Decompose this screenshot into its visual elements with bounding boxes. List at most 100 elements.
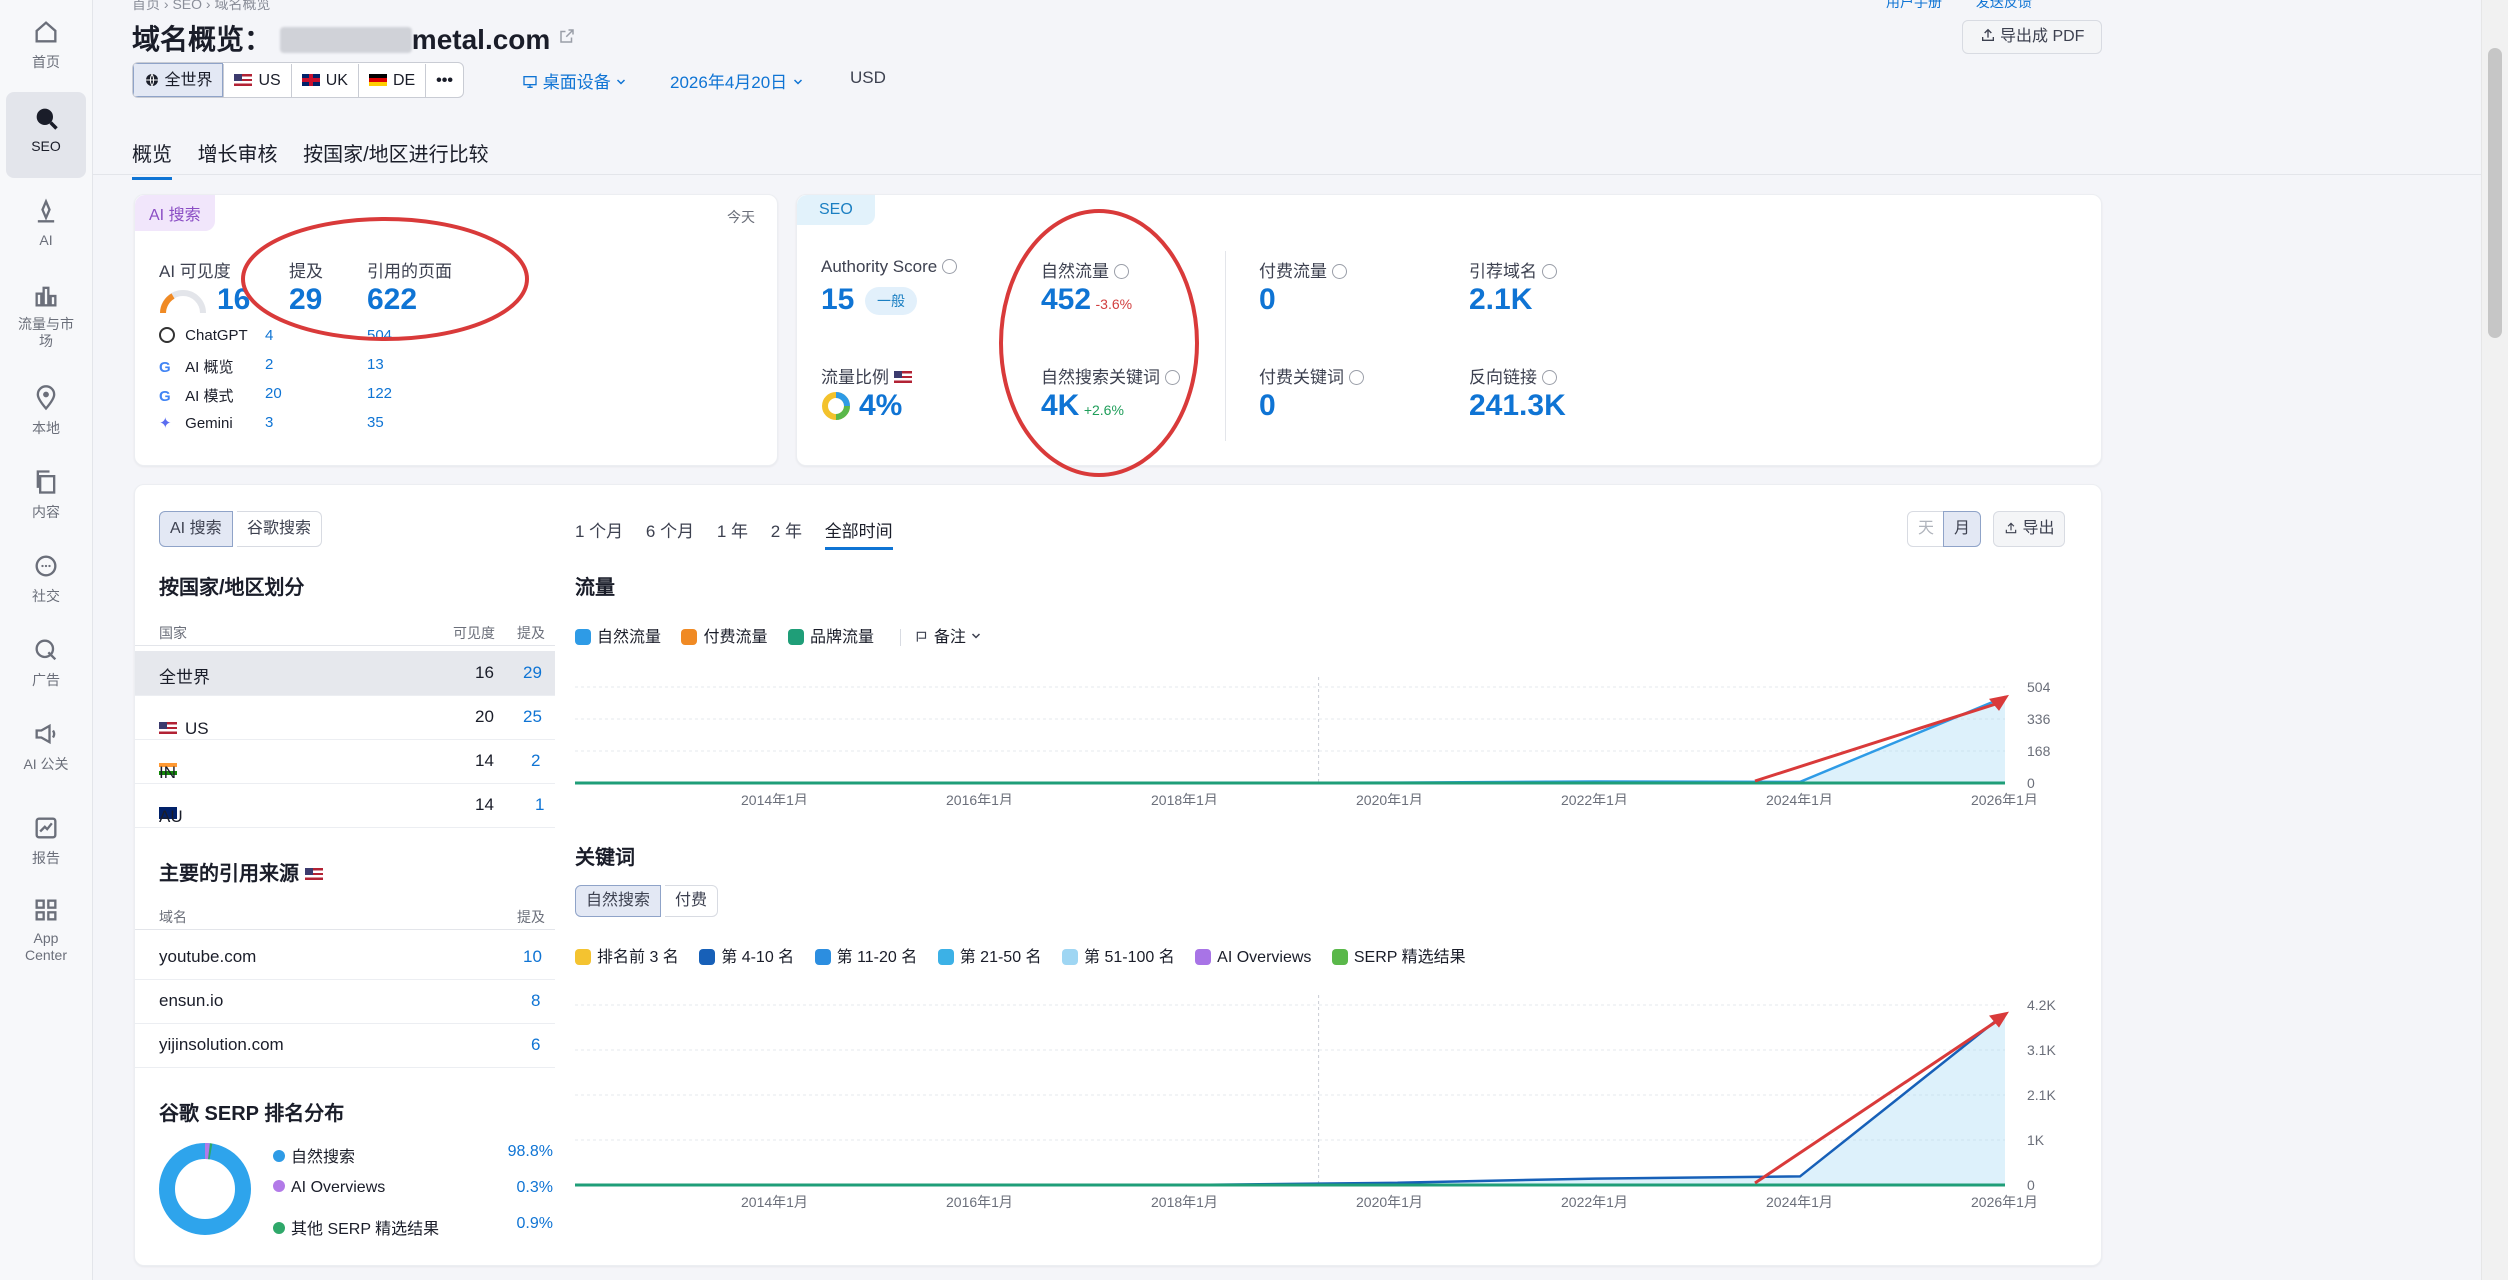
desktop-icon [523,76,537,88]
legend-ai-overviews[interactable]: AI Overviews [1195,949,1311,966]
sidebar-item-home[interactable]: 首页 [6,18,86,72]
breadcrumb-item[interactable]: 首页 [132,0,160,12]
table-row[interactable]: AU 14 1 [135,783,555,828]
us-flag-icon [893,371,912,383]
chevron-down-icon [972,633,981,639]
granularity-month-button[interactable]: 月 [1943,511,1981,547]
period-2-years[interactable]: 2 年 [771,522,802,541]
region-uk-button[interactable]: UK [290,64,358,97]
gemini-icon: ✦ [159,415,172,432]
region-de-button[interactable]: DE [357,64,425,97]
sidebar-item-app-center[interactable]: App Center [6,896,86,964]
serp-legend: 自然搜索 98.8% AI Overviews 0.3% 其他 SERP 精选结果 0… [273,1143,553,1251]
table-row[interactable]: 全世界 16 29 [135,651,555,696]
referring-domains-value[interactable]: 2.1K [1469,283,1532,317]
x-tick-label: 2018年1月 [1151,792,1218,805]
legend-serp-features[interactable]: SERP 精选结果 [1331,949,1466,966]
table-row[interactable]: youtube.com 10 [135,935,555,980]
legend-top3[interactable]: 排名前 3 名 [575,949,679,966]
chevron-down-icon [617,79,626,85]
info-icon[interactable] [1541,370,1557,385]
user-manual-link[interactable]: 用户手册 [1886,0,1942,10]
table-row[interactable]: US 20 25 [135,695,555,740]
page-scrollbar[interactable] [2481,0,2508,1280]
checkbox-icon [937,949,954,965]
period-all-time[interactable]: 全部时间 [824,522,893,550]
device-selector[interactable]: 桌面设备 [522,68,627,93]
chat-icon [35,555,57,577]
x-tick-label: 2022年1月 [1561,792,1628,805]
paid-keywords-value[interactable]: 0 [1259,389,1276,423]
region-worldwide-button[interactable]: 全世界 [133,63,224,97]
sidebar-item-local[interactable]: 本地 [6,384,86,438]
annotation-ellipse [241,217,529,341]
paid-traffic-value[interactable]: 0 [1259,283,1276,317]
export-pdf-button[interactable]: 导出成 PDF [1962,20,2102,54]
table-row[interactable]: IN 14 2 [135,739,555,784]
breadcrumb-item[interactable]: SEO [172,0,202,12]
currency-label: USD [850,68,886,87]
date-selector[interactable]: 2026年4月20日 [670,68,804,93]
export-button[interactable]: 导出 [1993,511,2066,547]
region-us-button[interactable]: US [223,64,290,97]
y-tick-label: 504 [2027,679,2051,695]
backlinks-value[interactable]: 241.3K [1469,389,1566,423]
table-row[interactable]: ensun.io 8 [135,979,555,1024]
home-icon [35,21,57,43]
list-item: G AI 模式 20 122 [159,385,393,405]
info-icon[interactable] [1331,264,1347,279]
authority-score-label: Authority Score [821,257,957,277]
period-selector: 1 个月 6 个月 1 年 2 年 全部时间 [575,517,893,550]
country-table-header: 国家 可见度 提及 [135,615,555,646]
traffic-chart: 0 168 336 504 2014年1月 2016年1月 2018年1月 2020年1月 20… [575,677,2051,805]
sidebar-item-traffic[interactable]: 流量与市场 [6,282,86,350]
sidebar-item-seo[interactable]: SEO [6,92,86,178]
ai-visibility-label: AI 可见度 [159,262,231,281]
sidebar-item-reports[interactable]: 报告 [6,814,86,868]
grid-icon [35,899,57,921]
info-icon[interactable] [1348,370,1364,385]
y-tick-label: 3.1K [2027,1042,2056,1058]
domain-name[interactable]: metal.com [412,24,551,55]
kw-paid-tab[interactable]: 付费 [665,885,719,917]
breadcrumb-item: 域名概览 [214,0,271,12]
period-6-months[interactable]: 6 个月 [646,522,694,541]
legend-51-100[interactable]: 第 51-100 名 [1062,949,1175,966]
tab-compare-countries[interactable]: 按国家/地区进行比较 [303,144,489,166]
x-tick-label: 2026年1月 [1971,792,2038,805]
tab-growth-audit[interactable]: 增长审核 [198,144,278,166]
legend-organic[interactable]: 自然流量 [575,629,661,646]
sidebar-item-ai-pr[interactable]: AI 公关 [6,720,86,774]
legend-paid[interactable]: 付费流量 [681,629,767,646]
sidebar-item-social[interactable]: 社交 [6,552,86,606]
legend-21-50[interactable]: 第 21-50 名 [937,949,1042,966]
sidebar-item-content[interactable]: 内容 [6,468,86,522]
period-1-year[interactable]: 1 年 [717,522,748,541]
legend-brand[interactable]: 品牌流量 [787,629,874,646]
upload-icon [2005,522,2017,534]
period-1-month[interactable]: 1 个月 [575,522,623,541]
scrollbar-thumb[interactable] [2488,48,2502,338]
ai-search-badge: AI 搜索 [135,195,215,231]
legend-4-10[interactable]: 第 4-10 名 [699,949,794,966]
more-regions-button[interactable]: ••• [425,64,463,97]
legend-11-20[interactable]: 第 11-20 名 [814,949,917,966]
tabs-divider [92,174,2482,175]
external-link-icon[interactable] [558,27,576,45]
table-row[interactable]: yijinsolution.com 6 [135,1023,555,1068]
notes-dropdown[interactable]: 备注 [900,629,983,646]
x-tick-label: 2018年1月 [1151,1194,1218,1210]
kw-organic-tab[interactable]: 自然搜索 [575,885,662,917]
info-icon[interactable] [1541,264,1557,279]
y-tick-label: 4.2K [2027,997,2056,1013]
chart-icon [35,286,57,307]
granularity-day-button[interactable]: 天 [1907,511,1945,547]
sidebar-item-ads[interactable]: 广告 [6,636,86,690]
sidebar-item-ai[interactable]: AI [6,198,86,248]
ai-search-tab[interactable]: AI 搜索 [159,511,233,547]
authority-score-value[interactable]: 15 [821,283,854,317]
info-icon[interactable] [941,259,957,274]
feedback-link[interactable]: 发送反馈 [1976,0,2032,10]
x-tick-label: 2016年1月 [946,792,1013,805]
google-search-tab[interactable]: 谷歌搜索 [237,511,323,547]
